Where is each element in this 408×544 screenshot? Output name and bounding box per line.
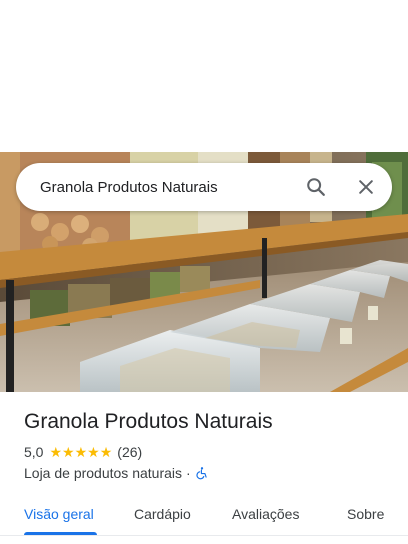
rating-value: 5,0: [24, 444, 44, 460]
category-row: Loja de produtos naturais ·: [24, 465, 209, 481]
rating-stars: ★ ★ ★ ★ ★: [49, 445, 112, 459]
place-title: Granola Produtos Naturais: [24, 410, 273, 433]
search-input[interactable]: Granola Produtos Naturais: [40, 179, 300, 196]
search-button[interactable]: [300, 171, 332, 203]
place-category[interactable]: Loja de produtos naturais: [24, 465, 182, 481]
star-icon: ★: [74, 444, 88, 460]
place-info-panel: Granola Produtos Naturais 5,0 ★ ★ ★ ★ ★ …: [0, 392, 408, 544]
tab-menu[interactable]: Cardápio: [134, 506, 191, 522]
wheelchair-icon[interactable]: [195, 466, 209, 480]
separator: ·: [186, 465, 191, 481]
tab-overview[interactable]: Visão geral: [24, 506, 94, 522]
tab-reviews[interactable]: Avaliações: [232, 506, 299, 522]
star-icon: ★: [87, 444, 100, 460]
tabs-divider: [0, 535, 408, 536]
search-bar[interactable]: Granola Produtos Naturais: [16, 163, 392, 211]
star-icon: ★: [49, 444, 63, 460]
star-icon: ★: [62, 444, 75, 460]
star-icon: ★: [99, 444, 113, 460]
rating-row[interactable]: 5,0 ★ ★ ★ ★ ★ (26): [24, 444, 142, 460]
close-icon: [359, 180, 373, 194]
blank-area: [0, 0, 408, 152]
tab-about[interactable]: Sobre: [347, 506, 384, 522]
search-icon: [307, 178, 325, 196]
review-count[interactable]: (26): [117, 444, 142, 460]
close-button[interactable]: [350, 171, 382, 203]
